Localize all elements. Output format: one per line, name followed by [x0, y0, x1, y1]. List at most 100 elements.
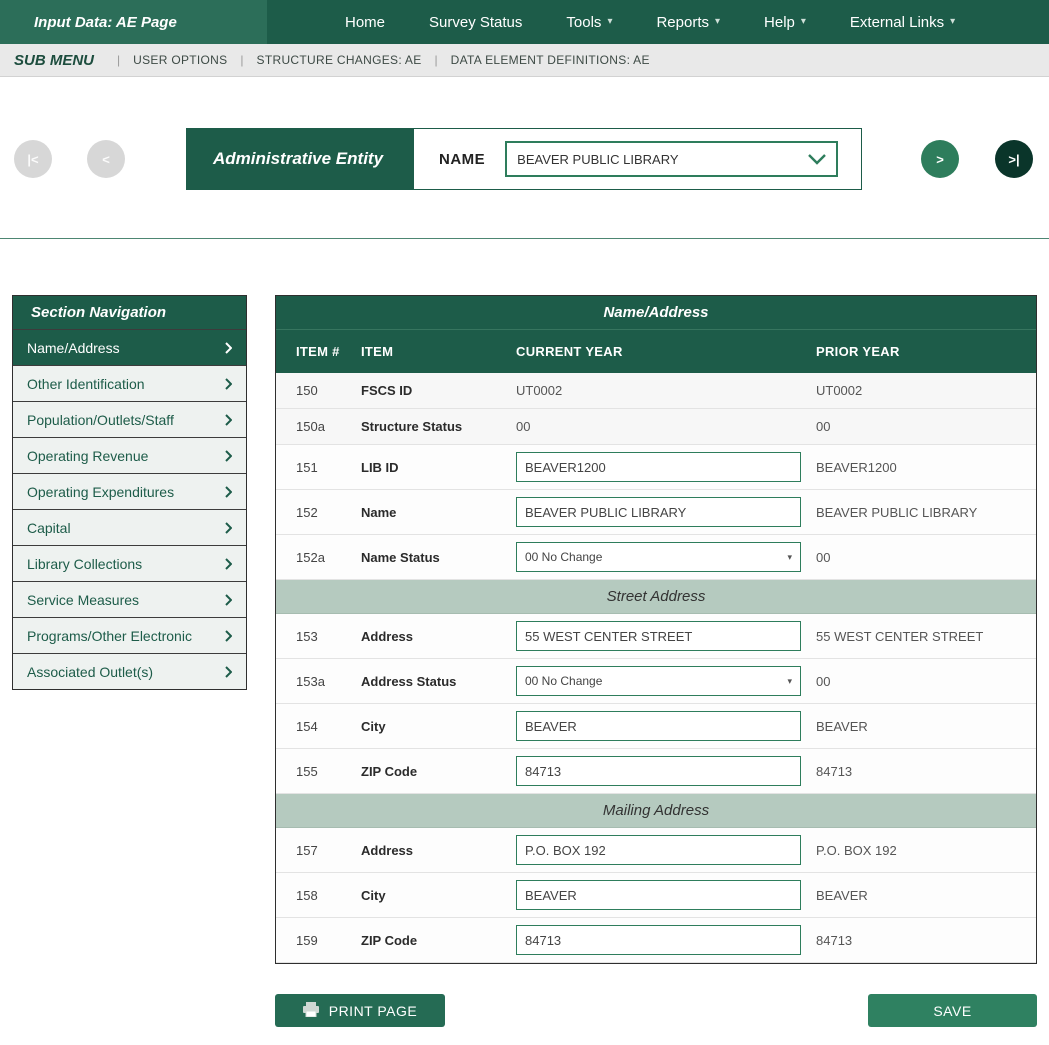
table-row: 151 LIB ID BEAVER1200	[276, 445, 1036, 490]
entity-name-label: NAME	[439, 151, 485, 168]
submenu-item-data-element-definitions[interactable]: DATA ELEMENT DEFINITIONS: AE	[451, 53, 650, 67]
table-row: 158 City BEAVER	[276, 873, 1036, 918]
chevron-right-icon: >	[936, 152, 944, 167]
sidebar-item-operating-expenditures[interactable]: Operating Expenditures	[13, 473, 246, 509]
chevron-right-icon	[225, 450, 232, 462]
submenu-item-structure-changes[interactable]: STRUCTURE CHANGES: AE	[257, 53, 422, 67]
top-navigation: Input Data: AE Page Home Survey Status T…	[0, 0, 1049, 44]
caret-down-icon: ▾	[950, 17, 955, 27]
nav-item-reports[interactable]: Reports ▾	[656, 14, 720, 31]
name-input[interactable]	[516, 497, 801, 527]
entity-panel-title: Administrative Entity	[187, 129, 414, 189]
chevron-right-icon	[225, 594, 232, 606]
first-page-icon: |<	[27, 152, 38, 167]
caret-down-icon: ▾	[715, 17, 720, 27]
chevron-right-icon	[225, 666, 232, 678]
sub-menu-title: SUB MENU	[14, 52, 94, 69]
sidebar-item-programs-other-electronic[interactable]: Programs/Other Electronic	[13, 617, 246, 653]
table-row: 153 Address 55 WEST CENTER STREET	[276, 614, 1036, 659]
table-title: Name/Address	[276, 296, 1036, 330]
column-prior-year: PRIOR YEAR	[816, 344, 1036, 359]
nav-item-external-links[interactable]: External Links ▾	[850, 14, 955, 31]
nav-item-home[interactable]: Home	[345, 14, 385, 31]
previous-record-button[interactable]: <	[87, 140, 125, 178]
section-navigation-title: Section Navigation	[13, 296, 246, 329]
entity-name-value: BEAVER PUBLIC LIBRARY	[517, 152, 678, 167]
print-page-button[interactable]: PRINT PAGE	[275, 994, 445, 1027]
entity-selector-panel: Administrative Entity NAME BEAVER PUBLIC…	[186, 128, 862, 190]
mailing-address-section-header: Mailing Address	[276, 794, 1036, 828]
main-column: Name/Address ITEM # ITEM CURRENT YEAR PR…	[275, 295, 1037, 1027]
sidebar-item-capital[interactable]: Capital	[13, 509, 246, 545]
sidebar-item-associated-outlets[interactable]: Associated Outlet(s)	[13, 653, 246, 689]
table-row: 157 Address P.O. BOX 192	[276, 828, 1036, 873]
sub-menu-bar: SUB MENU | USER OPTIONS | STRUCTURE CHAN…	[0, 44, 1049, 77]
entity-navigation-bar: |< < Administrative Entity NAME BEAVER P…	[0, 128, 1049, 190]
chevron-right-icon	[225, 630, 232, 642]
nav-item-help[interactable]: Help ▾	[764, 14, 806, 31]
top-nav-menu: Home Survey Status Tools ▾ Reports ▾ Hel…	[345, 0, 955, 44]
table-row: 150 FSCS ID UT0002 UT0002	[276, 373, 1036, 409]
entity-name-select[interactable]: BEAVER PUBLIC LIBRARY	[505, 141, 838, 177]
column-item-number: ITEM #	[296, 344, 361, 359]
caret-down-icon: ▾	[787, 676, 792, 687]
chevron-right-icon	[225, 378, 232, 390]
name-address-table: Name/Address ITEM # ITEM CURRENT YEAR PR…	[275, 295, 1037, 964]
structure-status-current-value: 00	[516, 419, 816, 434]
chevron-right-icon	[225, 414, 232, 426]
printer-icon	[303, 1002, 319, 1020]
chevron-right-icon	[225, 522, 232, 534]
separator: |	[117, 53, 120, 67]
table-row: 152a Name Status 00 No Change ▾ 00	[276, 535, 1036, 580]
page-title: Input Data: AE Page	[0, 0, 267, 44]
last-record-button[interactable]: >|	[995, 140, 1033, 178]
table-row: 152 Name BEAVER PUBLIC LIBRARY	[276, 490, 1036, 535]
sidebar-item-other-identification[interactable]: Other Identification	[13, 365, 246, 401]
chevron-down-icon	[808, 154, 826, 165]
caret-down-icon: ▾	[787, 552, 792, 563]
separator: |	[240, 53, 243, 67]
separator: |	[435, 53, 438, 67]
save-button[interactable]: SAVE	[868, 994, 1037, 1027]
nav-item-tools[interactable]: Tools ▾	[566, 14, 612, 31]
mailing-zip-code-input[interactable]	[516, 925, 801, 955]
street-address-input[interactable]	[516, 621, 801, 651]
sidebar-item-name-address[interactable]: Name/Address	[13, 329, 246, 365]
sidebar-item-library-collections[interactable]: Library Collections	[13, 545, 246, 581]
chevron-right-icon	[225, 486, 232, 498]
last-page-icon: >|	[1008, 152, 1019, 167]
sidebar-item-service-measures[interactable]: Service Measures	[13, 581, 246, 617]
sidebar-item-operating-revenue[interactable]: Operating Revenue	[13, 437, 246, 473]
column-item: ITEM	[361, 344, 516, 359]
caret-down-icon: ▾	[801, 17, 806, 27]
submenu-item-user-options[interactable]: USER OPTIONS	[133, 53, 227, 67]
nav-item-survey-status[interactable]: Survey Status	[429, 14, 522, 31]
address-status-select[interactable]: 00 No Change ▾	[516, 666, 801, 696]
page: Input Data: AE Page Home Survey Status T…	[0, 0, 1049, 1045]
chevron-right-icon	[225, 342, 232, 354]
city-input[interactable]	[516, 711, 801, 741]
table-column-header: ITEM # ITEM CURRENT YEAR PRIOR YEAR	[276, 330, 1036, 373]
zip-code-input[interactable]	[516, 756, 801, 786]
mailing-address-input[interactable]	[516, 835, 801, 865]
section-navigation: Section Navigation Name/Address Other Id…	[12, 295, 247, 690]
page-actions: PRINT PAGE SAVE	[275, 994, 1037, 1027]
first-record-button[interactable]: |<	[14, 140, 52, 178]
table-row: 150a Structure Status 00 00	[276, 409, 1036, 445]
sidebar-item-population-outlets-staff[interactable]: Population/Outlets/Staff	[13, 401, 246, 437]
next-record-button[interactable]: >	[921, 140, 959, 178]
fscs-id-current-value: UT0002	[516, 383, 816, 398]
street-address-section-header: Street Address	[276, 580, 1036, 614]
content: Section Navigation Name/Address Other Id…	[0, 239, 1049, 1027]
lib-id-input[interactable]	[516, 452, 801, 482]
table-row: 153a Address Status 00 No Change ▾ 00	[276, 659, 1036, 704]
name-status-select[interactable]: 00 No Change ▾	[516, 542, 801, 572]
column-current-year: CURRENT YEAR	[516, 344, 816, 359]
chevron-right-icon	[225, 558, 232, 570]
chevron-left-icon: <	[102, 152, 110, 167]
table-row: 155 ZIP Code 84713	[276, 749, 1036, 794]
caret-down-icon: ▾	[607, 17, 612, 27]
mailing-city-input[interactable]	[516, 880, 801, 910]
table-row: 154 City BEAVER	[276, 704, 1036, 749]
table-row: 159 ZIP Code 84713	[276, 918, 1036, 963]
